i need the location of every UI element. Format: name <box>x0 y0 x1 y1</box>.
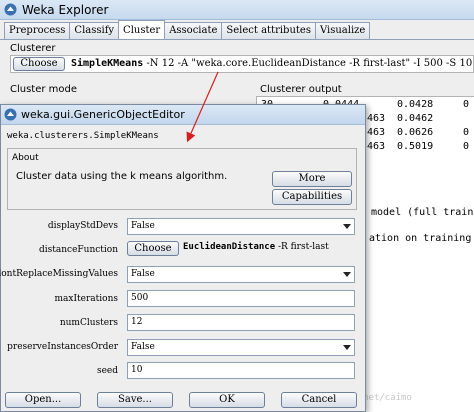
annotation-arrow <box>186 71 219 143</box>
